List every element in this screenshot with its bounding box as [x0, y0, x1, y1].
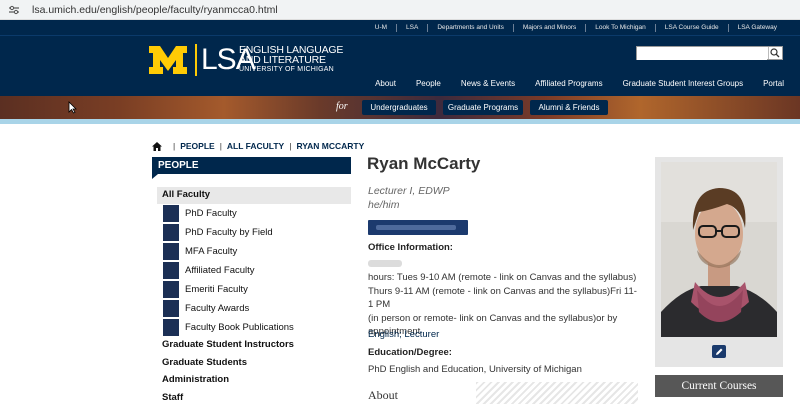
dept-line-2: and Literature — [239, 54, 326, 66]
util-link-look-to-michigan[interactable]: Look To Michigan — [585, 23, 654, 32]
banner-for-label: for — [336, 101, 348, 112]
audience-banner: for Undergraduates Graduate Programs Alu… — [0, 96, 800, 119]
sidebar-item-administration[interactable]: Administration — [157, 372, 351, 390]
office-location-redacted — [368, 260, 402, 267]
logo-divider — [195, 44, 197, 76]
sidebar-item-grad-students[interactable]: Graduate Students — [157, 355, 351, 373]
sidebar-marker — [163, 205, 179, 222]
util-link-gateway[interactable]: LSA Gateway — [727, 23, 786, 32]
banner-graduate-programs-button[interactable]: Graduate Programs — [443, 100, 523, 115]
sidebar-item-gsi[interactable]: Graduate Student Instructors — [157, 337, 351, 355]
about-decor — [476, 382, 638, 404]
sidebar-item-staff[interactable]: Staff — [157, 390, 351, 404]
util-link-lsa[interactable]: LSA — [396, 23, 427, 32]
sidebar-marker — [163, 281, 179, 298]
search-icon — [770, 48, 780, 58]
nav-grad-interest-groups[interactable]: Graduate Student Interest Groups — [623, 79, 744, 88]
hours-line: hours: Tues 9-10 AM (remote - link on Ca… — [368, 272, 637, 283]
sidebar-item-phd-by-field[interactable]: PhD Faculty by Field — [157, 223, 351, 242]
site-settings-icon[interactable] — [8, 5, 22, 15]
sidebar-nav: All Faculty PhD Faculty PhD Faculty by F… — [157, 187, 351, 404]
email-button-redacted[interactable] — [368, 220, 468, 235]
sidebar-item-label: Faculty Book Publications — [185, 322, 294, 333]
breadcrumb-separator: | — [289, 141, 292, 151]
util-link-departments[interactable]: Departments and Units — [427, 23, 512, 32]
about-heading: About — [368, 388, 398, 402]
home-icon[interactable] — [152, 141, 162, 151]
sidebar-item-label: MFA Faculty — [185, 246, 238, 257]
sidebar-marker — [163, 243, 179, 260]
affiliation-links[interactable]: English; Lecturer — [368, 329, 439, 340]
pencil-icon — [716, 348, 723, 355]
sidebar-item-label: PhD Faculty by Field — [185, 227, 273, 238]
browser-url-bar[interactable]: lsa.umich.edu/english/people/faculty/rya… — [0, 0, 800, 20]
util-link-course-guide[interactable]: LSA Course Guide — [654, 23, 728, 32]
dept-line-3: University of Michigan — [239, 66, 334, 73]
hours-line: (in person or remote- link on Canvas and… — [368, 312, 618, 324]
sidebar-item-label: Emeriti Faculty — [185, 284, 248, 295]
main-nav: About People News & Events Affiliated Pr… — [355, 79, 784, 88]
util-link-um[interactable]: U-M — [366, 24, 396, 32]
breadcrumb: | PEOPLE | ALL FACULTY | RYAN MCCARTY — [152, 141, 364, 151]
banner-alumni-button[interactable]: Alumni & Friends — [530, 100, 608, 115]
block-m-logo[interactable] — [148, 45, 188, 75]
sidebar-marker — [163, 300, 179, 317]
sidebar-marker — [163, 224, 179, 241]
search-input[interactable] — [637, 47, 767, 60]
sidebar-item-emeriti-faculty[interactable]: Emeriti Faculty — [157, 280, 351, 299]
search-button[interactable] — [768, 47, 782, 59]
banner-undergraduates-button[interactable]: Undergraduates — [362, 100, 436, 115]
position-title: Lecturer I, EDWP — [368, 185, 450, 197]
nav-news-events[interactable]: News & Events — [461, 79, 515, 88]
nav-people[interactable]: People — [416, 79, 441, 88]
mouse-cursor-icon — [68, 101, 77, 114]
breadcrumb-current: RYAN MCCARTY — [296, 141, 365, 151]
office-info-heading: Office Information: — [368, 242, 453, 253]
utility-nav: U-M LSA Departments and Units Majors and… — [0, 20, 800, 36]
pronouns: he/him — [368, 199, 400, 211]
edit-button[interactable] — [712, 345, 726, 358]
sidebar-item-label: Faculty Awards — [185, 303, 250, 314]
search-box — [636, 46, 783, 60]
breadcrumb-separator: | — [173, 141, 176, 151]
hours-line: Thurs 9-11 AM (remote - link on Canvas a… — [368, 285, 637, 311]
department-name[interactable]: English Language and Literature Universi… — [239, 45, 343, 74]
education-heading: Education/Degree: — [368, 347, 452, 358]
breadcrumb-separator: | — [219, 141, 222, 151]
sidebar-item-phd-faculty[interactable]: PhD Faculty — [157, 204, 351, 223]
sidebar-item-label: PhD Faculty — [185, 208, 237, 219]
sidebar-item-mfa-faculty[interactable]: MFA Faculty — [157, 242, 351, 261]
page-title: Ryan McCarty — [367, 154, 481, 173]
nav-about[interactable]: About — [375, 79, 396, 88]
nav-portal[interactable]: Portal — [763, 79, 784, 88]
sidebar-heading[interactable]: PEOPLE — [152, 157, 351, 179]
util-link-majors[interactable]: Majors and Minors — [512, 23, 585, 32]
sidebar-item-all-faculty[interactable]: All Faculty — [157, 187, 351, 204]
sidebar-item-affiliated-faculty[interactable]: Affiliated Faculty — [157, 261, 351, 280]
sidebar-marker — [163, 319, 179, 336]
sidebar-item-label: Affiliated Faculty — [185, 265, 255, 276]
sidebar-item-faculty-awards[interactable]: Faculty Awards — [157, 299, 351, 318]
sidebar-item-book-publications[interactable]: Faculty Book Publications — [157, 318, 351, 337]
sidebar-marker — [163, 262, 179, 279]
breadcrumb-people[interactable]: PEOPLE — [180, 141, 214, 151]
education-text: PhD English and Education, University of… — [368, 364, 582, 375]
breadcrumb-all-faculty[interactable]: ALL FACULTY — [227, 141, 284, 151]
url-text[interactable]: lsa.umich.edu/english/people/faculty/rya… — [32, 4, 278, 16]
accent-stripe — [0, 119, 800, 124]
nav-affiliated-programs[interactable]: Affiliated Programs — [535, 79, 602, 88]
profile-title-block: Lecturer I, EDWP he/him — [368, 184, 450, 212]
masthead: LSA English Language and Literature Univ… — [0, 36, 800, 96]
current-courses-button[interactable]: Current Courses — [655, 375, 783, 397]
profile-photo-card — [655, 157, 783, 367]
profile-photo — [661, 162, 777, 337]
